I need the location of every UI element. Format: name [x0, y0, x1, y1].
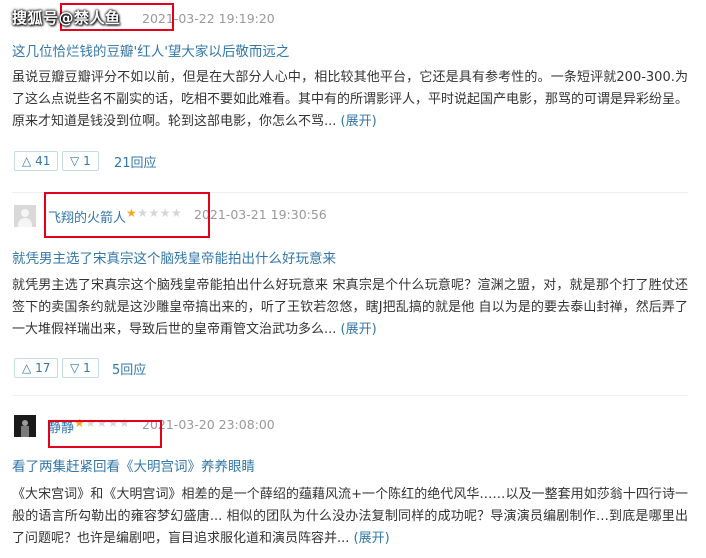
review-title-link[interactable]: 就凭男主选了宋真宗这个脑残皇帝能拍出什么好玩意来: [12, 247, 336, 267]
downvote-count: 1: [83, 361, 91, 375]
upvote-count: 41: [35, 154, 51, 168]
divider: [12, 192, 688, 193]
downvote-button[interactable]: ▽ 1: [62, 358, 99, 378]
downvote-button[interactable]: ▽ 1: [62, 151, 99, 171]
expand-link[interactable]: (展开): [341, 114, 377, 129]
upvote-count: 17: [35, 361, 51, 375]
review-date: 2021-03-22 19:19:20: [142, 11, 275, 26]
review-item: 静静 ★★★★★ 2021-03-20 23:08:00 看了两集赶紧回看《大明…: [12, 406, 688, 546]
thumbs-down-icon: ▽: [70, 361, 80, 375]
thumbs-up-icon: △: [22, 154, 32, 168]
username-link[interactable]: 飞翔的火箭人: [48, 207, 126, 226]
downvote-count: 1: [83, 154, 91, 168]
review-content: 《大宋宫词》和《大明宫词》相差的是一个薛绍的蕴藉风流+一个陈红的绝代风华……以及…: [12, 484, 688, 550]
star-filled-icon: ★: [126, 206, 138, 220]
replies-link[interactable]: 5回应: [112, 359, 146, 378]
thumbs-down-icon: ▽: [70, 154, 80, 168]
upvote-button[interactable]: △ 17: [14, 358, 59, 378]
review-meta: 飞翔的火箭人 ★★★★★ 2021-03-21 19:30:56: [12, 196, 688, 234]
username-link[interactable]: 静静: [48, 417, 74, 436]
upvote-button[interactable]: △ 41: [14, 151, 59, 171]
rating-stars: ★★★★★: [126, 206, 182, 220]
rating-stars: ★★★★★: [74, 416, 130, 430]
expand-link[interactable]: (展开): [341, 322, 377, 337]
review-item: 飞翔的火箭人 ★★★★★ 2021-03-21 19:30:56 就凭男主选了宋…: [12, 196, 688, 378]
review-content: 虽说豆瓣豆瓣评分不如以前，但是在大部分人心中，相比较其他平台，它还是具有参考性的…: [12, 67, 688, 133]
review-title-link[interactable]: 看了两集赶紧回看《大明宫词》养养眼睛: [12, 455, 255, 475]
star-empty-icon: ★★★★: [137, 206, 183, 220]
replies-link[interactable]: 21回应: [114, 152, 157, 171]
review-date: 2021-03-20 23:08:00: [142, 417, 275, 432]
review-date: 2021-03-21 19:30:56: [194, 207, 327, 222]
avatar[interactable]: [14, 415, 36, 437]
star-empty-icon: ★★★★: [85, 416, 131, 430]
star-filled-icon: ★: [74, 416, 86, 430]
divider: [12, 395, 688, 396]
review-text: 《大宋宫词》和《大明宫词》相差的是一个薛绍的蕴藉风流+一个陈红的绝代风华……以及…: [12, 487, 688, 546]
review-title-link[interactable]: 这几位恰烂钱的豆瓣'红人'望大家以后敬而远之: [12, 40, 289, 60]
thumbs-up-icon: △: [22, 361, 32, 375]
avatar[interactable]: [14, 205, 36, 227]
review-content: 就凭男主选了宋真宗这个脑残皇帝能拍出什么好玩意来 宋真宗是个什么玩意呢？渲渊之盟…: [12, 275, 688, 341]
review-meta: 静静 ★★★★★ 2021-03-20 23:08:00: [12, 406, 688, 444]
watermark: 搜狐号@禁人鱼: [12, 9, 121, 27]
expand-link[interactable]: (展开): [354, 531, 390, 546]
